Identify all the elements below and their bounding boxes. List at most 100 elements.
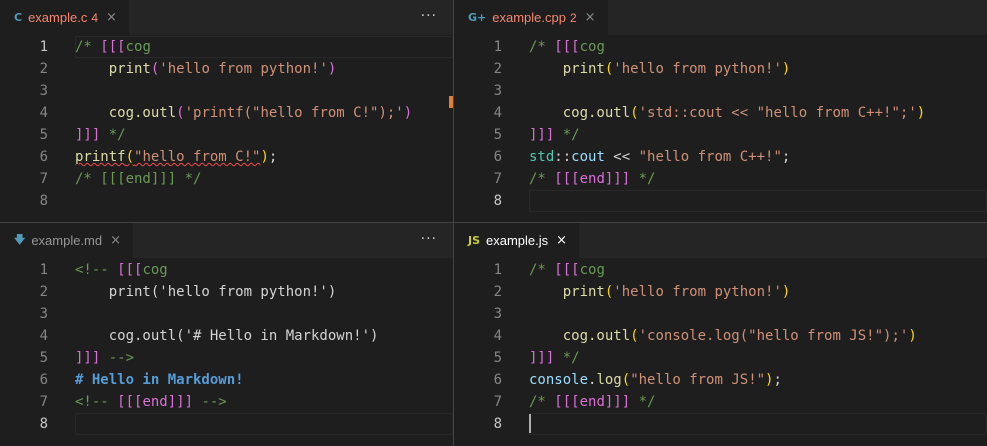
line-number: 8 xyxy=(39,416,48,432)
code-line: 2 print('hello from python!') xyxy=(454,58,987,80)
line-number: 3 xyxy=(39,306,48,322)
tab-bar: G+ example.cpp 2 × xyxy=(454,0,987,35)
code-line: 8 xyxy=(0,413,453,435)
line-number: 5 xyxy=(493,127,502,143)
line-number: 2 xyxy=(493,284,502,300)
close-icon[interactable]: × xyxy=(106,10,117,25)
code-token: ]]] xyxy=(75,350,101,366)
line-number: 1 xyxy=(39,39,48,55)
line-number: 8 xyxy=(39,193,48,209)
code-token: log xyxy=(596,372,622,388)
code-token: print xyxy=(529,284,605,300)
code-token: std xyxy=(529,149,555,165)
code-token: :: xyxy=(554,149,572,165)
code-editor[interactable]: 1 /* [[[cog 2 print('hello from python!') 3… xyxy=(0,35,453,222)
more-actions-icon[interactable]: ··· xyxy=(421,8,437,24)
close-icon[interactable]: × xyxy=(585,10,596,25)
code-line: 5]]] */ xyxy=(454,347,987,369)
line-number: 8 xyxy=(493,193,502,209)
code-token: print xyxy=(75,61,151,77)
line-number: 3 xyxy=(39,83,48,99)
code-text: cog.outl('# Hello in Markdown!') xyxy=(75,325,379,347)
more-actions-icon[interactable]: ··· xyxy=(421,231,437,247)
tab-filename: example.c xyxy=(28,10,88,25)
code-line: 6 console.log("hello from JS!"); xyxy=(454,369,987,391)
code-token: */ xyxy=(554,350,580,366)
tab-example-js[interactable]: JS example.js × xyxy=(454,223,580,258)
code-token: printf xyxy=(75,149,126,165)
code-token: 'hello from python!' xyxy=(613,284,782,300)
code-token: ) xyxy=(260,149,269,165)
code-token: /* [[[end]]] */ xyxy=(75,171,202,187)
code-line: 4 cog.outl('console.log("hello from JS!"… xyxy=(454,325,987,347)
code-editor[interactable]: 1 <!-- [[[cog 2 print('hello from python!'… xyxy=(0,258,453,446)
line-number: 4 xyxy=(39,105,48,121)
code-token: 'std::cout << "hello from C++!";' xyxy=(638,105,917,121)
editor-pane-c: Cexample.c 4 × ··· 1 /* [[[cog 2 print('hello … xyxy=(0,0,453,222)
code-editor[interactable]: 1/* [[[cog 2 print('hello from python!') 3… xyxy=(454,258,987,446)
code-token: cog xyxy=(125,39,151,55)
line-number: 4 xyxy=(493,328,502,344)
code-token: << xyxy=(604,149,639,165)
code-line: 3 xyxy=(454,303,987,325)
horizontal-split-divider[interactable] xyxy=(0,222,987,223)
code-token: ]]] xyxy=(529,127,555,143)
code-token: cog.outl xyxy=(75,105,177,121)
line-number: 5 xyxy=(39,127,48,143)
code-text: /* [[[cog xyxy=(529,259,605,281)
code-text: printf("hello from C!"); xyxy=(75,146,277,168)
code-token: print('hello from python!') xyxy=(75,284,337,300)
code-token: [[[end]]] xyxy=(554,394,631,410)
line-number: 2 xyxy=(39,61,48,77)
code-text: print('hello from python!') xyxy=(529,281,791,303)
problem-count-badge: 2 xyxy=(569,10,577,25)
tab-filename: example.cpp xyxy=(492,10,566,25)
code-token: [[[ xyxy=(554,39,580,55)
editor-pane-cpp: G+ example.cpp 2 × 1/* [[[cog 2 print('hello … xyxy=(454,0,987,222)
close-icon[interactable]: × xyxy=(110,233,121,248)
code-line: 8 xyxy=(454,413,987,435)
line-number: 1 xyxy=(39,262,48,278)
code-text: print('hello from python!') xyxy=(75,58,337,80)
code-token: [[[ xyxy=(117,262,143,278)
tab-example-cpp[interactable]: G+ example.cpp 2 × xyxy=(454,0,608,35)
code-line: 4 cog.outl('# Hello in Markdown!') xyxy=(0,325,453,347)
code-text: cog.outl('printf("hello from C!");') xyxy=(75,102,412,124)
code-token: cog.outl('# Hello in Markdown!') xyxy=(75,328,379,344)
code-token: 'console.log("hello from JS!");' xyxy=(638,328,909,344)
line-number: 7 xyxy=(493,171,502,187)
tab-example-md[interactable]: 🡇 example.md × xyxy=(0,223,134,258)
close-icon[interactable]: × xyxy=(556,233,567,248)
code-token: cog.outl xyxy=(529,105,631,121)
code-editor[interactable]: 1/* [[[cog 2 print('hello from python!') 3… xyxy=(454,35,987,222)
line-number: 6 xyxy=(493,149,502,165)
code-token: */ xyxy=(630,394,656,410)
editor-pane-js: JS example.js × 1/* [[[cog 2 print('hello fr… xyxy=(454,223,987,446)
code-token: ) xyxy=(916,105,926,121)
code-token: /* xyxy=(529,262,555,278)
line-number: 5 xyxy=(493,350,502,366)
code-line: 1 <!-- [[[cog xyxy=(0,259,453,281)
line-number: 2 xyxy=(39,284,48,300)
code-token: */ xyxy=(100,127,126,143)
code-token: cog xyxy=(579,262,605,278)
code-line: 2 print('hello from python!') xyxy=(454,281,987,303)
vertical-split-divider[interactable] xyxy=(453,0,454,446)
code-token: ) xyxy=(327,61,337,77)
code-text: /* [[[cog xyxy=(529,36,605,58)
code-text: print('hello from python!') xyxy=(75,281,337,303)
code-line: 5]]] */ xyxy=(0,124,453,146)
editor-pane-md: 🡇 example.md × ··· 1 <!-- [[[cog 2 print('hell… xyxy=(0,223,453,446)
code-token: ( xyxy=(125,149,135,165)
code-token: ( xyxy=(176,105,185,121)
tab-bar: Cexample.c 4 × ··· xyxy=(0,0,453,35)
code-token: ) xyxy=(781,61,791,77)
code-token: */ xyxy=(630,171,656,187)
code-token: cog.outl xyxy=(529,328,631,344)
code-text: /* [[[cog xyxy=(75,36,151,58)
code-token: ]]] xyxy=(529,350,555,366)
tab-example-c[interactable]: Cexample.c 4 × xyxy=(0,0,129,35)
code-text: ]]] */ xyxy=(529,347,580,369)
current-line-highlight xyxy=(529,190,987,212)
code-token: [[[end]]] xyxy=(117,394,194,410)
